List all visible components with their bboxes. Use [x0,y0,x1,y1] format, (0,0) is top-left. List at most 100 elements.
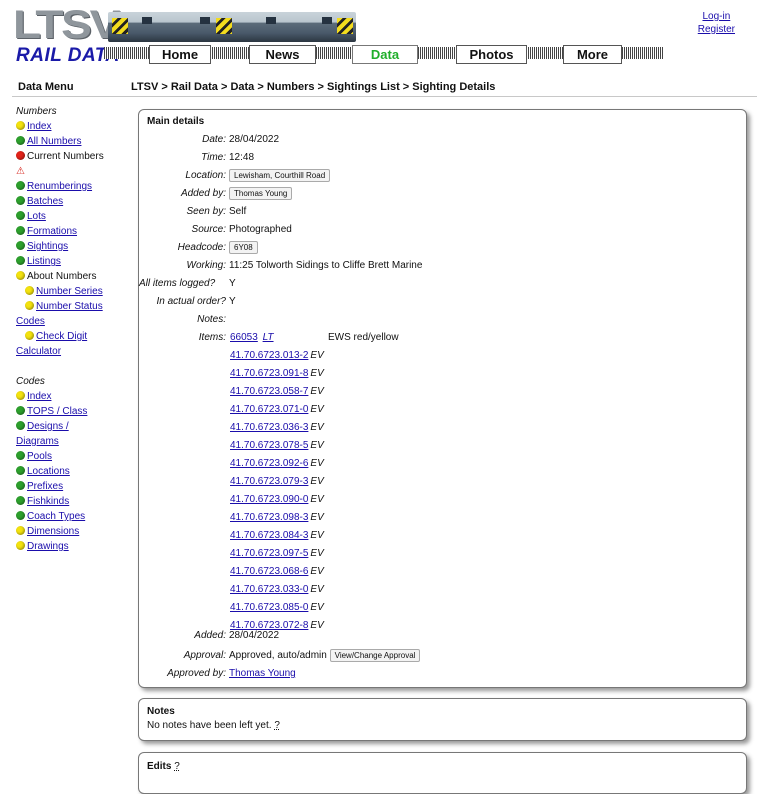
sidebar-link[interactable]: All Numbers [27,136,81,147]
item-number-link[interactable]: 41.70.6723.092-6 [230,458,308,469]
item-row: 41.70.6723.097-5 EV [230,547,324,561]
nav-photos[interactable]: Photos [456,45,527,64]
sidebar-link[interactable]: Listings [27,256,61,267]
all-logged-label: All items logged? [139,278,216,289]
edits-help-icon[interactable]: ? [174,761,180,772]
item-code[interactable]: EV [310,440,323,451]
item-number-link[interactable]: 41.70.6723.068-6 [230,566,308,577]
sidebar-link[interactable]: Lots [27,211,46,222]
item-code[interactable]: EV [310,476,323,487]
item-code[interactable]: EV [310,530,323,541]
item-number-link[interactable]: 41.70.6723.036-3 [230,422,308,433]
item-number-link[interactable]: 41.70.6723.085-0 [230,602,308,613]
location-tag[interactable]: Lewisham, Courthill Road [229,169,331,182]
sidebar-item: Renumberings [16,179,116,194]
item-code[interactable]: EV [310,620,323,631]
sidebar-link[interactable]: Prefixes [27,481,63,492]
item-code[interactable]: EV [310,548,323,559]
sidebar-link[interactable]: Pools [27,451,52,462]
item-number-link[interactable]: 41.70.6723.091-8 [230,368,308,379]
item-livery: EWS red/yellow [328,332,399,343]
approval-value: Approved, auto/admin [229,650,327,661]
item-number-link[interactable]: 66053 [230,332,258,343]
sidebar-link[interactable]: Index [27,121,51,132]
green-status-icon [16,406,25,415]
notes-help-icon[interactable]: ? [274,720,280,731]
sidebar-link[interactable]: Locations [27,466,70,477]
item-code[interactable]: EV [310,368,323,379]
date-label: Date: [202,134,226,145]
added-by-label: Added by: [180,188,226,199]
item-number-link[interactable]: 41.70.6723.098-3 [230,512,308,523]
sidebar-link[interactable]: Calculator [16,346,61,357]
sidebar-title: Data Menu [18,81,74,93]
yellow-status-icon [16,271,25,280]
sidebar-link[interactable]: Designs / [27,421,69,432]
register-link[interactable]: Register [698,23,735,36]
item-code-link[interactable]: LT [263,332,274,343]
item-code[interactable]: EV [310,350,323,361]
nav-home[interactable]: Home [149,45,211,64]
sidebar-link[interactable]: Batches [27,196,63,207]
yellow-status-icon [16,391,25,400]
item-number-link[interactable]: 41.70.6723.078-5 [230,440,308,451]
sidebar-link[interactable]: Number Series [36,286,103,297]
sidebar-link[interactable]: Formations [27,226,77,237]
nav-news[interactable]: News [249,45,316,64]
sidebar-link[interactable]: Coach Types [27,511,85,522]
added-by-tag[interactable]: Thomas Young [229,187,293,200]
view-change-approval-button[interactable]: View/Change Approval [329,649,421,662]
notes-label: Notes: [197,314,226,325]
sidebar-link[interactable]: Drawings [27,541,69,552]
approved-by-link[interactable]: Thomas Young [229,668,296,679]
sidebar-link[interactable]: Renumberings [27,181,92,192]
item-number-link[interactable]: 41.70.6723.033-0 [230,584,308,595]
item-code[interactable]: EV [310,404,323,415]
numbers-heading: Numbers [16,106,57,117]
account-links: Log-in Register [698,10,735,36]
headcode-tag[interactable]: 6Y08 [229,241,258,254]
item-row: 41.70.6723.091-8 EV [230,367,324,381]
item-number-link[interactable]: 41.70.6723.079-3 [230,476,308,487]
hazard-stripe-icon [216,18,232,34]
sidebar-link[interactable]: Dimensions [27,526,79,537]
ltsv-logo[interactable]: LTSV [13,5,120,45]
item-row: 41.70.6723.092-6 EV [230,457,324,471]
item-code[interactable]: EV [310,422,323,433]
item-code[interactable]: EV [310,494,323,505]
item-code[interactable]: EV [310,602,323,613]
item-code[interactable]: EV [310,458,323,469]
item-number-link[interactable]: 41.70.6723.013-2 [230,350,308,361]
green-status-icon [16,211,25,220]
green-status-icon [16,136,25,145]
data-menu: Numbers Index All Numbers Current Numbers ⚠… [16,104,116,554]
sidebar-link[interactable]: Check Digit [36,331,87,342]
sidebar-item: ⚠ [16,164,116,179]
item-row: 41.70.6723.068-6 EV [230,565,324,579]
item-number-link[interactable]: 41.70.6723.090-0 [230,494,308,505]
edits-title: Edits [147,761,172,772]
sidebar-link[interactable]: TOPS / Class [27,406,87,417]
items-label: Items: [198,332,226,343]
nav-data[interactable]: Data [352,45,418,64]
item-code[interactable]: EV [310,566,323,577]
sidebar-item: Drawings [16,539,116,554]
sidebar-link[interactable]: Diagrams [16,436,59,447]
item-code[interactable]: EV [310,584,323,595]
sidebar-link[interactable]: Codes [16,316,45,327]
sidebar-link[interactable]: Number Status [36,301,103,312]
item-number-link[interactable]: 41.70.6723.097-5 [230,548,308,559]
item-number-link[interactable]: 41.70.6723.058-7 [230,386,308,397]
green-status-icon [16,511,25,520]
green-status-icon [16,196,25,205]
nav-more[interactable]: More [563,45,622,64]
item-number-link[interactable]: 41.70.6723.071-0 [230,404,308,415]
login-link[interactable]: Log-in [698,10,735,23]
sidebar-link[interactable]: Index [27,391,51,402]
item-code[interactable]: EV [310,386,323,397]
sidebar-link[interactable]: Sightings [27,241,68,252]
item-code[interactable]: EV [310,512,323,523]
sidebar-link[interactable]: Fishkinds [27,496,69,507]
yellow-status-icon [25,286,34,295]
item-number-link[interactable]: 41.70.6723.084-3 [230,530,308,541]
